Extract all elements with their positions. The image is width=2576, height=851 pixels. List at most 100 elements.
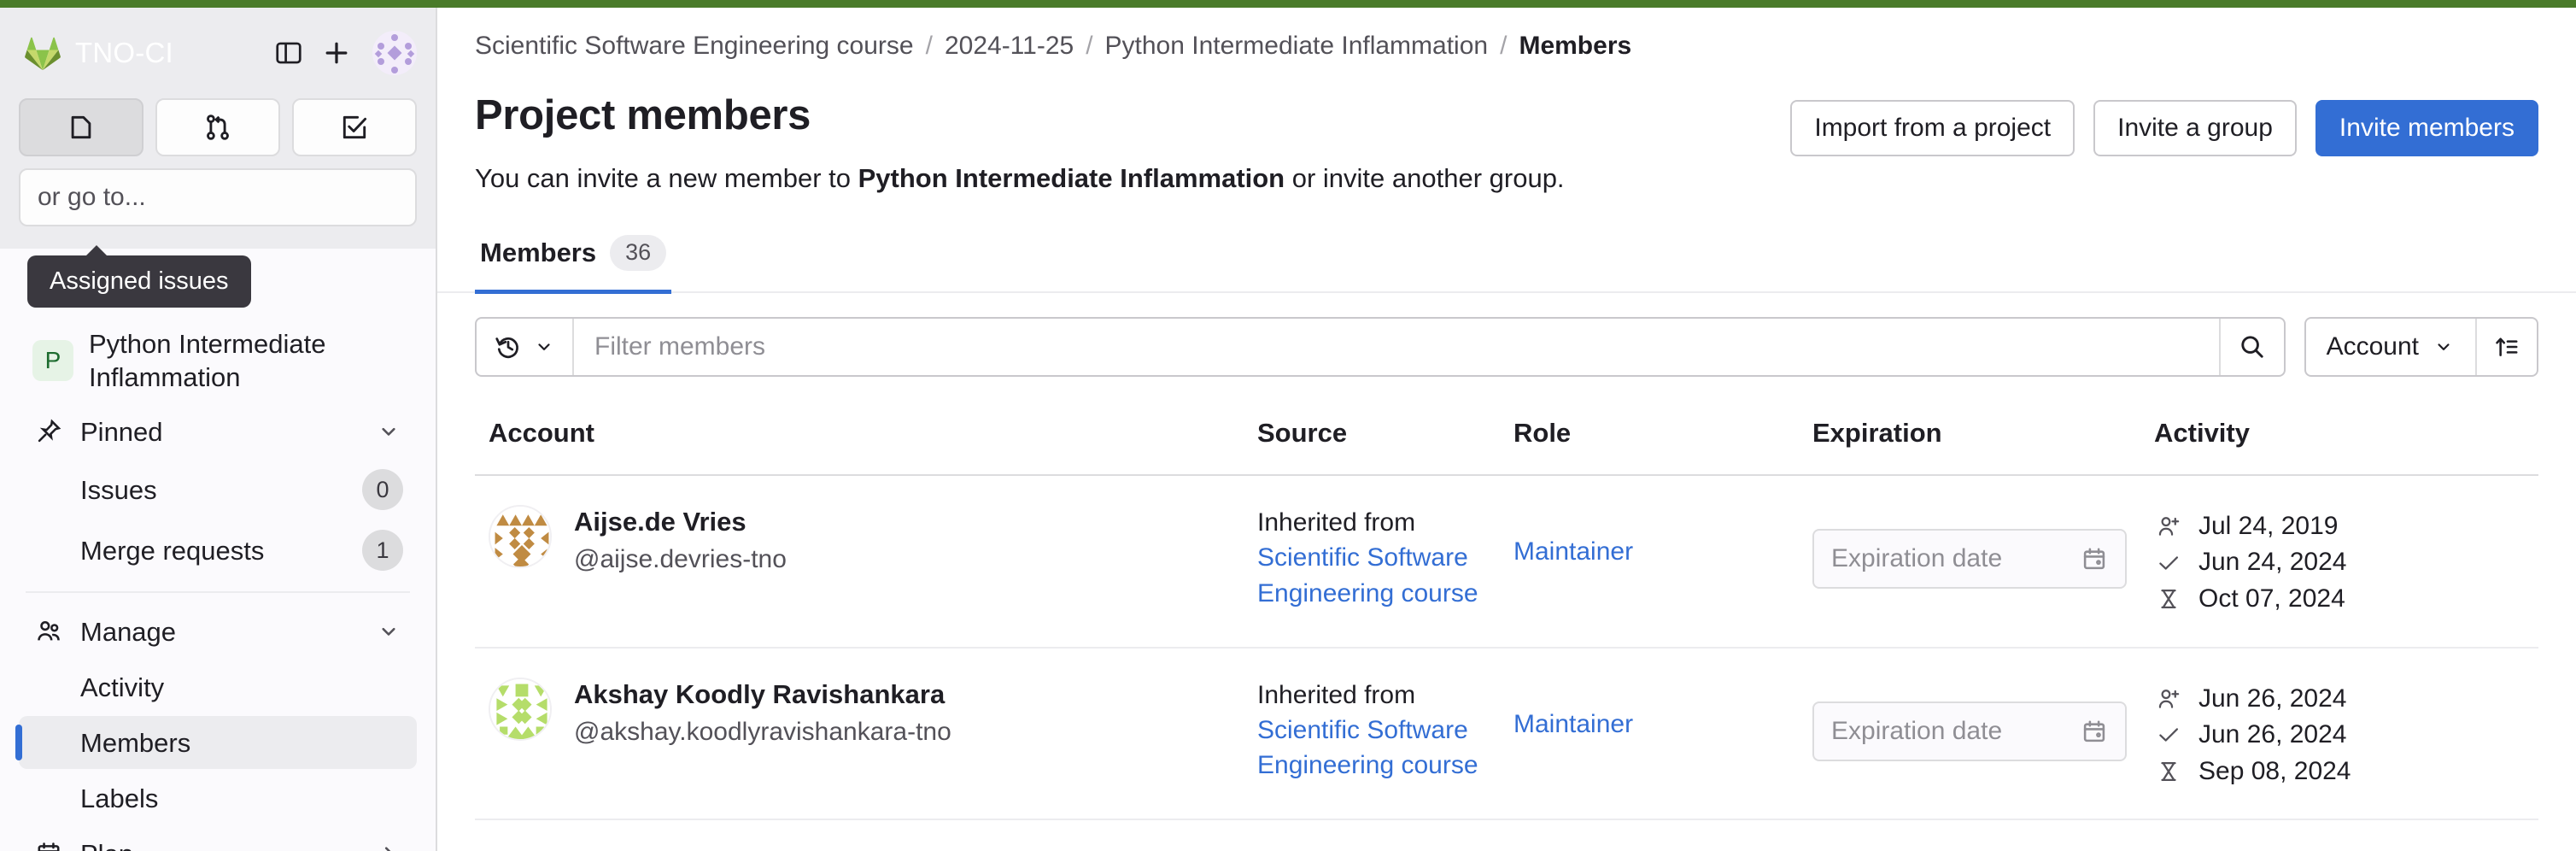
sidebar-header: TNO-CI or go to... Assigned issues	[0, 8, 436, 308]
user-avatar[interactable]	[372, 31, 417, 75]
sidebar-item-merge-requests[interactable]: Merge requests 1	[19, 521, 417, 579]
member-name[interactable]: Akshay Koodly Ravishankara	[574, 678, 951, 712]
cell-account: Akshay Koodly Ravishankara @akshay.koodl…	[475, 647, 1244, 821]
sidebar-item-members[interactable]: Members	[15, 716, 417, 770]
account-text: Aijse.de Vries @aijse.devries-tno	[574, 505, 787, 578]
table-header: Account Source Role Expiration Activity	[475, 403, 2538, 476]
activity-access-granted: Jul 24, 2019	[2154, 508, 2525, 545]
calendar-icon	[2081, 718, 2108, 745]
history-rotate-icon	[494, 332, 523, 361]
role-link[interactable]: Maintainer	[1513, 505, 1633, 566]
chevron-down-icon	[533, 336, 555, 358]
source-prefix: Inherited from	[1257, 680, 1416, 709]
avatar[interactable]	[489, 677, 552, 741]
column-header-role: Role	[1500, 403, 1799, 476]
page-header-text: Project members You can invite a new mem…	[475, 91, 1790, 194]
panel-toggle-icon[interactable]	[265, 29, 313, 77]
hourglass-icon	[2154, 757, 2183, 786]
page-header-actions: Import from a project Invite a group Inv…	[1790, 91, 2538, 156]
invite-a-group-button[interactable]: Invite a group	[2093, 100, 2297, 156]
sidebar-divider	[26, 591, 410, 594]
cell-role: Maintainer	[1500, 647, 1799, 821]
sidebar-item-manage[interactable]: Manage	[19, 605, 417, 658]
activity-date: Jul 24, 2019	[2198, 511, 2339, 540]
breadcrumb-separator: /	[925, 32, 933, 60]
chevron-down-icon[interactable]	[374, 617, 403, 646]
avatar[interactable]	[489, 504, 552, 568]
role-link[interactable]: Maintainer	[1513, 678, 1633, 739]
sidebar-item-pinned[interactable]: Pinned	[19, 405, 417, 458]
source-group-link[interactable]: Scientific Software Engineering course	[1257, 713, 1486, 784]
filter-members-input[interactable]: Filter members	[574, 319, 2219, 375]
page-subtitle-project: Python Intermediate Inflammation	[858, 163, 1285, 193]
sidebar-search-input[interactable]: or go to...	[19, 168, 417, 226]
sidebar-item-label: Labels	[80, 783, 159, 813]
user-plus-icon	[2154, 512, 2183, 541]
chevron-down-icon	[2433, 336, 2455, 358]
chevron-down-icon[interactable]	[374, 417, 403, 446]
sort-field-dropdown[interactable]: Account	[2306, 319, 2475, 375]
table-body: Aijse.de Vries @aijse.devries-tno Inheri…	[475, 474, 2538, 821]
breadcrumb-item-group[interactable]: Scientific Software Engineering course	[475, 32, 914, 61]
merge-requests-count-badge: 1	[362, 530, 403, 572]
activity-date: Jun 24, 2024	[2198, 548, 2347, 577]
member-handle: @aijse.devries-tno	[574, 545, 787, 574]
breadcrumb-current[interactable]: Members	[1519, 32, 1631, 61]
activity-expires: Oct 07, 2024	[2154, 581, 2525, 618]
sort-ascending-icon	[2493, 333, 2520, 361]
sidebar-project-name: Python Intermediate Inflammation	[89, 329, 326, 393]
sidebar-item-merge-requests[interactable]	[155, 98, 280, 156]
tab-members[interactable]: Members 36	[475, 226, 672, 294]
sidebar-item-plan[interactable]: Plan	[19, 827, 417, 851]
activity-last-activity: Jun 24, 2024	[2154, 544, 2525, 581]
tab-members-label: Members	[480, 237, 597, 267]
column-header-expiration: Expiration	[1799, 403, 2140, 476]
sidebar-search-placeholder: or go to...	[38, 183, 146, 211]
expiration-date-input[interactable]: Expiration date	[1812, 701, 2127, 761]
sidebar-item-assigned-issues[interactable]	[19, 98, 143, 156]
source-group-link[interactable]: Scientific Software Engineering course	[1257, 540, 1486, 611]
cell-expiration: Expiration date	[1799, 474, 2140, 649]
activity-list: Jul 24, 2019 Jun 24, 2024 Oct 07, 2024	[2154, 505, 2525, 618]
sidebar-item-project[interactable]: P Python Intermediate Inflammation	[19, 319, 417, 402]
page-subtitle-after: or invite another group.	[1285, 163, 1565, 193]
table-header-row: Account Source Role Expiration Activity	[475, 403, 2538, 476]
expiration-date-input[interactable]: Expiration date	[1812, 528, 2127, 589]
sidebar-item-labels[interactable]: Labels	[19, 772, 417, 825]
search-button[interactable]	[2218, 318, 2284, 375]
column-header-account: Account	[475, 403, 1244, 476]
brand-name: TNO-CI	[75, 37, 173, 68]
hourglass-icon	[2154, 584, 2183, 613]
breadcrumb-item-project[interactable]: Python Intermediate Inflammation	[1105, 32, 1489, 61]
breadcrumb-item-subgroup[interactable]: 2024-11-25	[945, 32, 1074, 61]
invite-members-button[interactable]: Invite members	[2315, 100, 2538, 156]
page-header: Project members You can invite a new mem…	[437, 76, 2576, 194]
sidebar-item-activity[interactable]: Activity	[19, 660, 417, 713]
sidebar-item-todos[interactable]	[292, 98, 417, 156]
source-prefix: Inherited from	[1257, 508, 1416, 537]
issues-count-badge: 0	[362, 469, 403, 511]
filter-bar: Filter members	[475, 316, 2286, 377]
filter-toolbar: Filter members Account	[437, 293, 2576, 377]
expiration-placeholder: Expiration date	[1831, 543, 2003, 572]
sidebar-item-issues[interactable]: Issues 0	[19, 461, 417, 519]
member-name[interactable]: Aijse.de Vries	[574, 505, 787, 539]
chevron-right-icon[interactable]	[374, 839, 403, 851]
sort-direction-button[interactable]	[2475, 318, 2537, 375]
sidebar-item-label: Members	[80, 727, 191, 758]
sidebar-quick-tabs	[19, 98, 417, 156]
expiration-placeholder: Expiration date	[1831, 716, 2003, 745]
account-cell: Akshay Koodly Ravishankara @akshay.koodl…	[489, 677, 1230, 750]
tab-bar: Members 36	[437, 226, 2576, 294]
cell-source: Inherited from Scientific Software Engin…	[1244, 647, 1500, 821]
import-from-project-button[interactable]: Import from a project	[1790, 100, 2075, 156]
filter-history-button[interactable]	[477, 318, 574, 375]
plus-icon[interactable]	[313, 29, 360, 77]
gitlab-fox-logo[interactable]	[19, 29, 67, 77]
activity-last-activity: Jun 26, 2024	[2154, 717, 2525, 754]
account-cell: Aijse.de Vries @aijse.devries-tno	[489, 504, 1230, 578]
tab-members-count: 36	[610, 235, 667, 271]
